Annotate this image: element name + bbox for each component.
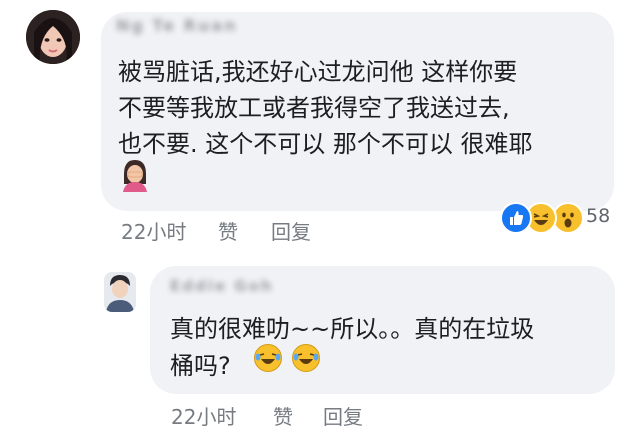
laughing-tears-emoji — [292, 344, 320, 372]
reply-author-name[interactable]: Eddie Goh — [170, 277, 274, 295]
comment-timestamp: 22小时 — [121, 220, 187, 244]
laughing-tears-emoji — [254, 344, 282, 372]
reply-text-line: 桶吗? — [170, 352, 231, 380]
reply-link[interactable]: 回复 — [323, 401, 363, 430]
reaction-summary[interactable]: 58 — [500, 200, 615, 234]
like-icon — [500, 202, 532, 234]
comment-author-name[interactable]: Ng Te Ruan — [116, 16, 238, 35]
reaction-count: 58 — [586, 205, 611, 227]
reply-avatar[interactable] — [104, 272, 136, 312]
reply-timestamp: 22小时 — [171, 405, 237, 429]
commenter-avatar[interactable] — [26, 10, 80, 64]
woman-facepalm-emoji — [120, 158, 150, 192]
comment-text-line: 被骂脏话,我还好心过龙问他 这样你要 — [118, 58, 518, 86]
reply-text-line: 真的很难叻~~所以。。真的在垃圾 — [170, 315, 535, 343]
like-link[interactable]: 赞 — [273, 401, 293, 430]
like-link[interactable]: 赞 — [218, 216, 238, 245]
comment-text-line: 也不要. 这个不可以 那个不可以 很难耶 — [118, 130, 533, 158]
comment-text-line: 不要等我放工或者我得空了我送过去, — [118, 94, 510, 122]
reply-link[interactable]: 回复 — [271, 216, 311, 245]
